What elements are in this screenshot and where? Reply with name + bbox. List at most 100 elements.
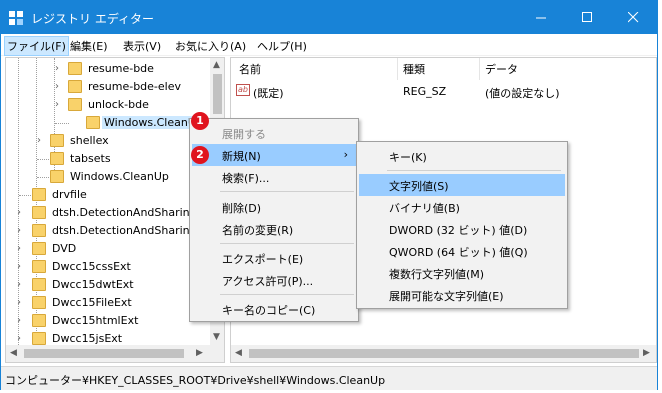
submenu-item-binary-value[interactable]: バイナリ値(B) bbox=[359, 196, 565, 218]
step-badge-2: 2 bbox=[191, 146, 209, 164]
tree-item[interactable]: › resume-bde-elev bbox=[6, 78, 206, 96]
menu-separator bbox=[220, 191, 354, 192]
minimize-button[interactable] bbox=[519, 1, 565, 34]
tree-item-label: Windows.CleanUp bbox=[70, 170, 169, 183]
menu-item-label: 展開する bbox=[222, 128, 266, 141]
tree-guide-line bbox=[37, 159, 49, 160]
menu-item-label: エクスポート(E) bbox=[222, 253, 304, 266]
tree-item[interactable]: › Dwcc15cssExt bbox=[6, 258, 206, 276]
value-type: REG_SZ bbox=[403, 85, 447, 98]
tree-item[interactable]: › resume-bde bbox=[6, 60, 206, 78]
minimize-icon bbox=[536, 17, 546, 19]
close-button[interactable] bbox=[611, 1, 657, 34]
column-separator[interactable] bbox=[479, 58, 480, 80]
menu-item-rename[interactable]: 名前の変更(R) bbox=[192, 218, 356, 240]
expand-chevron-icon[interactable]: › bbox=[52, 99, 62, 111]
menu-item-copy-key-name[interactable]: キー名のコピー(C) bbox=[192, 298, 356, 320]
menu-item-expand[interactable]: 展開する bbox=[192, 122, 356, 144]
folder-icon bbox=[50, 152, 64, 165]
menu-item-label: 削除(D) bbox=[222, 202, 262, 215]
folder-icon bbox=[68, 62, 82, 75]
tree-item[interactable]: › DVD bbox=[6, 240, 206, 258]
context-menu: 展開する 新規(N) › 検索(F)... 削除(D) 名前の変更(R) エクス… bbox=[189, 118, 359, 322]
value-name: (既定) bbox=[253, 87, 284, 100]
folder-icon bbox=[32, 278, 46, 291]
folder-icon bbox=[50, 134, 64, 147]
tree-item[interactable]: › shellex bbox=[6, 132, 206, 150]
expand-chevron-icon[interactable]: › bbox=[14, 297, 24, 309]
scroll-right-icon[interactable]: ▶ bbox=[196, 348, 203, 358]
menu-view[interactable]: 表示(V) bbox=[121, 37, 163, 55]
scroll-up-icon[interactable]: ▲ bbox=[213, 60, 220, 70]
expand-chevron-icon[interactable]: › bbox=[14, 243, 24, 255]
tree-guide-line bbox=[19, 195, 31, 196]
expand-chevron-icon[interactable]: › bbox=[52, 81, 62, 93]
expand-chevron-icon[interactable]: › bbox=[14, 207, 24, 219]
column-header-name[interactable]: 名前 bbox=[239, 61, 261, 77]
submenu-item-string-value[interactable]: 文字列値(S) bbox=[359, 174, 565, 196]
scroll-left-icon[interactable]: ◀ bbox=[235, 348, 242, 358]
list-horizontal-scrollbar[interactable]: ◀ ▶ bbox=[231, 345, 656, 362]
menu-item-new[interactable]: 新規(N) › bbox=[192, 144, 356, 166]
submenu-item-qword-value[interactable]: QWORD (64 ビット) 値(Q) bbox=[359, 240, 565, 262]
tree-item-selected[interactable]: Windows.CleanUp bbox=[6, 114, 206, 132]
menu-favorites[interactable]: お気に入り(A) bbox=[173, 37, 248, 55]
value-data: (値の設定なし) bbox=[485, 87, 560, 100]
menu-item-label: DWORD (32 ビット) 値(D) bbox=[389, 224, 528, 237]
menu-edit[interactable]: 編集(E) bbox=[68, 37, 110, 55]
tree-item[interactable]: drvfile bbox=[6, 186, 206, 204]
column-header-data[interactable]: データ bbox=[485, 61, 518, 77]
tree-item[interactable]: › Dwcc15FileExt bbox=[6, 294, 206, 312]
submenu-item-multi-string-value[interactable]: 複数行文字列値(M) bbox=[359, 262, 565, 284]
submenu-item-key[interactable]: キー(K) bbox=[359, 145, 565, 167]
tree-item[interactable]: Windows.CleanUp bbox=[6, 168, 206, 186]
tree-guide-line bbox=[37, 177, 49, 178]
menu-item-label: 複数行文字列値(M) bbox=[389, 268, 485, 281]
tree-item[interactable]: › Dwcc15htmlExt bbox=[6, 312, 206, 330]
title-bar[interactable]: レジストリ エディター bbox=[1, 1, 657, 34]
expand-chevron-icon[interactable]: › bbox=[14, 333, 24, 345]
expand-chevron-icon[interactable]: › bbox=[52, 63, 62, 75]
folder-icon bbox=[32, 260, 46, 273]
window-title: レジストリ エディター bbox=[31, 12, 154, 26]
menu-file[interactable]: ファイル(F) bbox=[4, 36, 69, 56]
menu-item-permissions[interactable]: アクセス許可(P)... bbox=[192, 269, 356, 291]
submenu-item-expandable-string-value[interactable]: 展開可能な文字列値(E) bbox=[359, 284, 565, 306]
tree-item-label: Dwcc15jsExt bbox=[52, 332, 123, 345]
expand-chevron-icon[interactable]: › bbox=[14, 279, 24, 291]
scroll-thumb[interactable] bbox=[249, 349, 639, 358]
folder-icon bbox=[32, 332, 46, 345]
tree-item-label: unlock-bde bbox=[88, 98, 149, 111]
menu-item-label: 新規(N) bbox=[222, 150, 261, 163]
tree-item-label: shellex bbox=[70, 134, 109, 147]
tree-item[interactable]: tabsets bbox=[6, 150, 206, 168]
scroll-right-icon[interactable]: ▶ bbox=[643, 348, 650, 358]
tree-horizontal-scrollbar[interactable]: ◀ ▶ bbox=[6, 345, 224, 362]
expand-chevron-icon[interactable]: › bbox=[34, 135, 44, 147]
maximize-button[interactable] bbox=[565, 1, 611, 34]
status-key-path: コンピューター¥HKEY_CLASSES_ROOT¥Drive¥shell¥Wi… bbox=[5, 374, 386, 387]
maximize-icon bbox=[582, 12, 592, 22]
scroll-left-icon[interactable]: ◀ bbox=[10, 348, 17, 358]
scroll-thumb[interactable] bbox=[24, 349, 184, 358]
scroll-down-icon[interactable]: ▼ bbox=[213, 332, 220, 342]
tree-item[interactable]: › dtsh.DetectionAndSharing bbox=[6, 222, 206, 240]
tree-item[interactable]: › unlock-bde bbox=[6, 96, 206, 114]
expand-chevron-icon[interactable]: › bbox=[14, 225, 24, 237]
tree-item[interactable]: › dtsh.DetectionAndSharing bbox=[6, 204, 206, 222]
tree-item[interactable]: › Dwcc15dwtExt bbox=[6, 276, 206, 294]
menu-item-export[interactable]: エクスポート(E) bbox=[192, 247, 356, 269]
scroll-thumb[interactable] bbox=[213, 74, 222, 114]
column-header-type[interactable]: 種類 bbox=[403, 61, 425, 77]
column-separator[interactable] bbox=[397, 58, 398, 80]
menu-help[interactable]: ヘルプ(H) bbox=[255, 37, 309, 55]
close-icon bbox=[628, 12, 639, 23]
expand-chevron-icon[interactable]: › bbox=[14, 315, 24, 327]
menu-item-label: キー(K) bbox=[389, 151, 427, 164]
menu-item-find[interactable]: 検索(F)... bbox=[192, 166, 356, 188]
submenu-item-dword-value[interactable]: DWORD (32 ビット) 値(D) bbox=[359, 218, 565, 240]
menu-item-delete[interactable]: 削除(D) bbox=[192, 196, 356, 218]
expand-chevron-icon[interactable]: › bbox=[14, 261, 24, 273]
tree-item-label: Dwcc15cssExt bbox=[52, 260, 131, 273]
tree-item-label: Dwcc15htmlExt bbox=[52, 314, 139, 327]
